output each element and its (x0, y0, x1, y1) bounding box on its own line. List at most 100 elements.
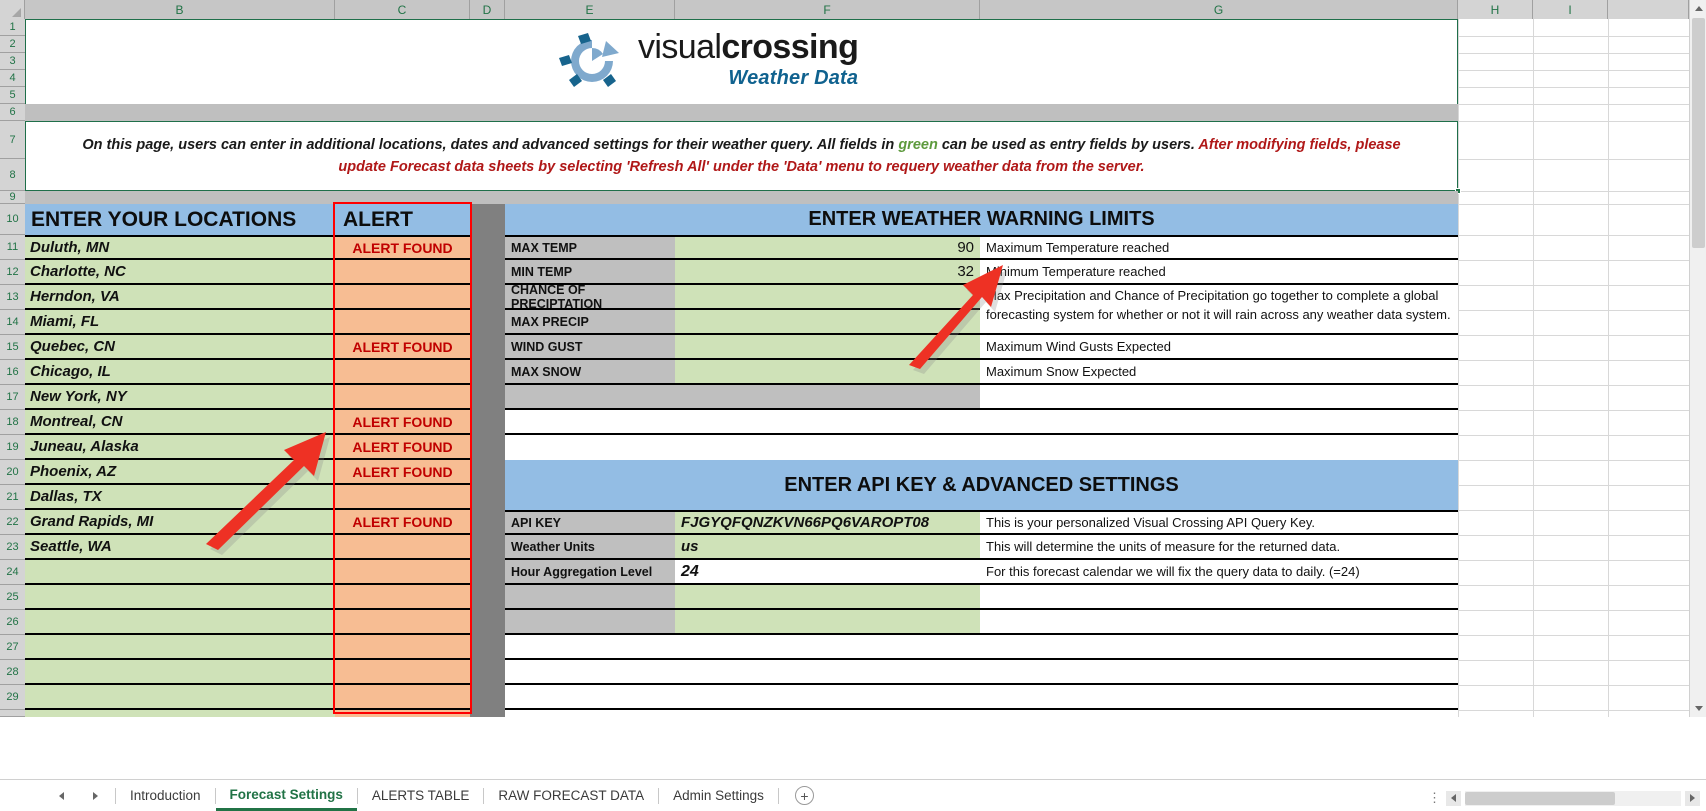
scroll-up-button[interactable] (1690, 0, 1706, 17)
vertical-scroll-thumb[interactable] (1692, 18, 1705, 248)
column-header-H[interactable]: H (1458, 0, 1533, 19)
location-cell[interactable]: Dallas, TX (25, 485, 335, 510)
instructions-block[interactable]: On this page, users can enter in additio… (25, 121, 1458, 191)
alert-cell[interactable] (335, 285, 470, 310)
sheet-next-button[interactable] (89, 790, 101, 802)
hscroll-left-button[interactable] (1446, 791, 1461, 806)
scroll-down-button[interactable] (1690, 700, 1706, 717)
row-header-15[interactable]: 15 (0, 335, 25, 360)
row-header-25[interactable]: 25 (0, 585, 25, 610)
row-header-5[interactable]: 5 (0, 87, 25, 104)
alert-cell[interactable] (335, 385, 470, 410)
warning-value-cell[interactable] (675, 310, 980, 335)
alert-cell[interactable]: ALERT FOUND (335, 235, 470, 260)
column-header-J[interactable] (1608, 0, 1689, 19)
hscroll-right-button[interactable] (1685, 791, 1700, 806)
row-header-14[interactable]: 14 (0, 310, 25, 335)
location-cell[interactable] (25, 710, 335, 717)
row-header-17[interactable]: 17 (0, 385, 25, 410)
row-header-19[interactable]: 19 (0, 435, 25, 460)
alert-cell[interactable] (335, 260, 470, 285)
location-cell[interactable]: New York, NY (25, 385, 335, 410)
row-header-6[interactable]: 6 (0, 104, 25, 121)
alert-cell[interactable] (335, 610, 470, 635)
column-header-E[interactable]: E (505, 0, 675, 19)
row-header-22[interactable]: 22 (0, 510, 25, 535)
row-header-9[interactable]: 9 (0, 191, 25, 204)
location-cell[interactable] (25, 635, 335, 660)
alert-cell[interactable] (335, 535, 470, 560)
column-header-I[interactable]: I (1533, 0, 1608, 19)
select-all-corner[interactable] (0, 0, 25, 19)
alert-cell[interactable]: ALERT FOUND (335, 435, 470, 460)
column-header-G[interactable]: G (980, 0, 1458, 19)
location-cell[interactable] (25, 685, 335, 710)
sheet-prev-button[interactable] (55, 790, 67, 802)
location-cell[interactable]: Miami, FL (25, 310, 335, 335)
column-header-D[interactable]: D (470, 0, 505, 19)
alert-cell[interactable] (335, 710, 470, 717)
row-header-12[interactable]: 12 (0, 260, 25, 285)
alert-cell[interactable] (335, 560, 470, 585)
location-cell[interactable]: Juneau, Alaska (25, 435, 335, 460)
alert-cell[interactable]: ALERT FOUND (335, 510, 470, 535)
location-cell[interactable]: Phoenix, AZ (25, 460, 335, 485)
warning-value-cell[interactable] (675, 335, 980, 360)
sheet-tab-admin-settings[interactable]: Admin Settings (659, 780, 778, 811)
row-header-29[interactable]: 29 (0, 685, 25, 710)
location-cell[interactable]: Montreal, CN (25, 410, 335, 435)
alert-cell[interactable] (335, 585, 470, 610)
api-value-cell[interactable]: 24 (675, 560, 980, 585)
hscroll-track[interactable] (1465, 791, 1681, 806)
column-header-B[interactable]: B (25, 0, 335, 19)
alert-cell[interactable] (335, 685, 470, 710)
sheet-tab-introduction[interactable]: Introduction (116, 780, 215, 811)
alert-cell[interactable] (335, 310, 470, 335)
alert-cell[interactable]: ALERT FOUND (335, 460, 470, 485)
location-cell[interactable]: Herndon, VA (25, 285, 335, 310)
row-header-13[interactable]: 13 (0, 285, 25, 310)
vertical-scrollbar[interactable] (1689, 0, 1706, 717)
row-header-20[interactable]: 20 (0, 460, 25, 485)
alert-cell[interactable]: ALERT FOUND (335, 335, 470, 360)
add-sheet-button[interactable]: + (795, 786, 814, 805)
row-header-28[interactable]: 28 (0, 660, 25, 685)
location-cell[interactable] (25, 610, 335, 635)
row-header-4[interactable]: 4 (0, 70, 25, 87)
location-cell[interactable]: Chicago, IL (25, 360, 335, 385)
row-header-3[interactable]: 3 (0, 53, 25, 70)
api-value-cell[interactable]: us (675, 535, 980, 560)
row-header-8[interactable]: 8 (0, 159, 25, 191)
location-cell[interactable]: Duluth, MN (25, 235, 335, 260)
warning-value-cell[interactable]: 90 (675, 235, 980, 260)
alert-cell[interactable] (335, 485, 470, 510)
row-header-1[interactable]: 1 (0, 19, 25, 36)
row-header-21[interactable]: 21 (0, 485, 25, 510)
row-header-7[interactable]: 7 (0, 121, 25, 159)
location-cell[interactable]: Charlotte, NC (25, 260, 335, 285)
row-header-11[interactable]: 11 (0, 235, 25, 260)
location-cell[interactable] (25, 660, 335, 685)
row-header-27[interactable]: 27 (0, 635, 25, 660)
alert-cell[interactable]: ALERT FOUND (335, 410, 470, 435)
row-header-30[interactable] (0, 710, 25, 717)
alert-cell[interactable] (335, 635, 470, 660)
horizontal-scrollbar[interactable]: ⋮ (1428, 790, 1700, 806)
location-cell[interactable]: Grand Rapids, MI (25, 510, 335, 535)
warning-value-cell[interactable]: 32 (675, 260, 980, 285)
alert-cell[interactable] (335, 360, 470, 385)
location-cell[interactable]: Seattle, WA (25, 535, 335, 560)
column-header-F[interactable]: F (675, 0, 980, 19)
location-cell[interactable] (25, 585, 335, 610)
row-header-2[interactable]: 2 (0, 36, 25, 53)
row-header-10[interactable]: 10 (0, 204, 25, 235)
warning-value-cell[interactable] (675, 360, 980, 385)
sheet-tab-raw-forecast-data[interactable]: RAW FORECAST DATA (484, 780, 658, 811)
row-header-18[interactable]: 18 (0, 410, 25, 435)
sheet-tab-forecast-settings[interactable]: Forecast Settings (216, 780, 357, 811)
warning-value-cell[interactable] (675, 285, 980, 310)
row-header-24[interactable]: 24 (0, 560, 25, 585)
column-header-C[interactable]: C (335, 0, 470, 19)
horizontal-scroll-thumb[interactable] (1465, 792, 1615, 805)
row-header-23[interactable]: 23 (0, 535, 25, 560)
